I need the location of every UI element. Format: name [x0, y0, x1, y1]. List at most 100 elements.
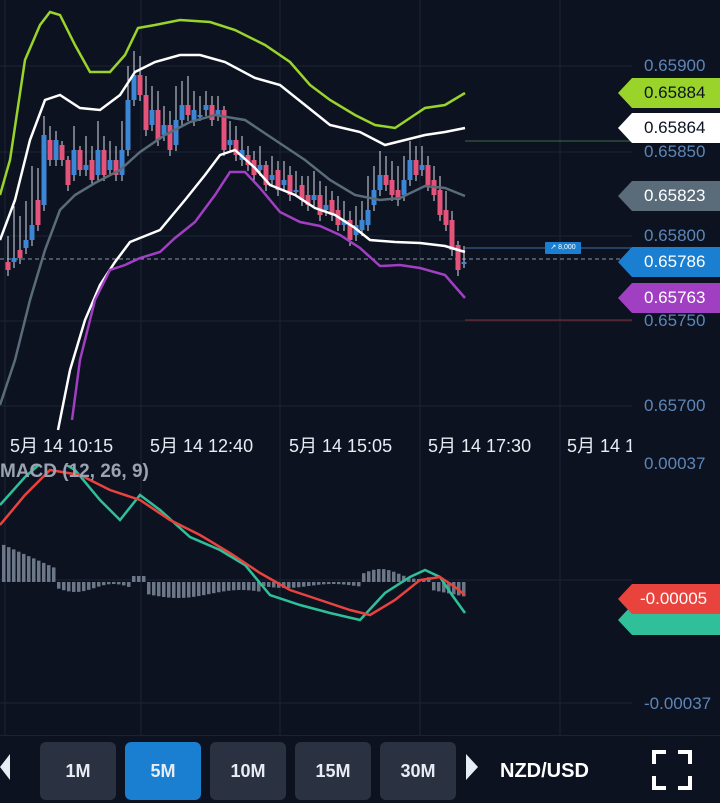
- candle-body: [77, 150, 83, 170]
- histogram-bar: [47, 565, 51, 582]
- histogram-bar: [247, 582, 251, 591]
- histogram-bar: [92, 582, 96, 589]
- histogram-bar: [202, 582, 206, 596]
- histogram-bar: [117, 582, 121, 585]
- alert-label: 8,000: [558, 244, 576, 251]
- candle-body: [389, 180, 395, 195]
- histogram-bar: [122, 582, 126, 586]
- histogram-bar: [352, 582, 356, 586]
- timeframe-button-1m[interactable]: 1M: [40, 742, 116, 800]
- price-tag: 0.65864: [618, 113, 720, 143]
- histogram-bar: [152, 582, 156, 596]
- candle-body: [443, 210, 449, 225]
- histogram-bar: [207, 582, 211, 595]
- candle-body: [401, 180, 407, 195]
- candle-body: [413, 160, 419, 175]
- price-alert-badge[interactable]: ↗ 8,000: [545, 242, 581, 254]
- candle-body: [209, 105, 215, 120]
- price-tag: 0.65786: [618, 247, 720, 277]
- time-label: 5月 14 15:05: [289, 436, 393, 456]
- histogram-bar: [32, 558, 36, 582]
- histogram-bar: [357, 582, 361, 587]
- candle-body: [203, 105, 209, 110]
- candle-body: [311, 195, 317, 200]
- currency-pair[interactable]: NZD/USD: [500, 742, 589, 800]
- candle-body: [293, 190, 299, 192]
- candle-body: [407, 160, 413, 180]
- timeframe-button-10m[interactable]: 10M: [210, 742, 286, 800]
- candle-body: [35, 200, 41, 225]
- candle-body: [449, 220, 455, 250]
- histogram-bar: [212, 582, 216, 594]
- macd-chart[interactable]: [0, 465, 632, 735]
- histogram-bar: [62, 582, 66, 591]
- histogram-bar: [77, 582, 81, 592]
- price-tick: 0.65900: [644, 56, 706, 75]
- candle-body: [47, 140, 53, 160]
- histogram-bar: [12, 549, 16, 582]
- candle-body: [281, 180, 287, 185]
- candle-body: [365, 210, 371, 225]
- histogram-bar: [412, 578, 416, 582]
- macd-line: [0, 465, 467, 622]
- macd-grid: [0, 465, 632, 735]
- candle-body: [155, 110, 161, 140]
- histogram-bar: [342, 582, 346, 585]
- histogram-bar: [377, 569, 381, 582]
- histogram-bar: [312, 582, 316, 586]
- candle-body: [83, 165, 89, 170]
- histogram-bar: [187, 582, 191, 598]
- histogram-bar: [97, 582, 101, 587]
- candle-body: [191, 110, 197, 120]
- bollinger-upper-inner: [0, 53, 466, 241]
- chart-grid: [0, 0, 632, 465]
- histogram-bar: [337, 582, 341, 585]
- time-label: 5月 14 1: [567, 436, 636, 456]
- candle-body: [149, 110, 155, 125]
- histogram-bar: [147, 582, 151, 595]
- candle-body: [461, 262, 467, 264]
- timeframe-button-5m[interactable]: 5M: [125, 742, 201, 800]
- candle-body: [185, 105, 191, 115]
- histogram-bar: [227, 582, 231, 591]
- histogram-bar: [172, 582, 176, 598]
- histogram-bar: [222, 582, 226, 592]
- candle-body: [317, 195, 323, 215]
- candle-body: [131, 75, 137, 100]
- histogram-bar: [182, 582, 186, 598]
- histogram-bar: [167, 582, 171, 598]
- histogram-bar: [387, 570, 391, 582]
- candle-body: [53, 140, 59, 160]
- timeframe-button-15m[interactable]: 15M: [295, 742, 371, 800]
- candle-body: [419, 165, 425, 170]
- histogram-bar: [217, 582, 221, 593]
- histogram-bar: [292, 582, 296, 588]
- histogram-bar: [82, 582, 86, 592]
- histogram-bar: [52, 567, 56, 582]
- macd-lines: [0, 465, 467, 622]
- candle-body: [11, 258, 17, 262]
- histogram-bar: [382, 569, 386, 582]
- histogram-bar: [42, 562, 46, 582]
- histogram-bar: [432, 582, 436, 591]
- histogram-bar: [327, 582, 331, 585]
- candle-body: [437, 190, 443, 215]
- price-chart[interactable]: [0, 0, 632, 465]
- timeframe-button-30m[interactable]: 30M: [380, 742, 456, 800]
- candle-body: [29, 225, 35, 240]
- scroll-left-icon[interactable]: [0, 754, 10, 780]
- scroll-right-icon[interactable]: [466, 754, 478, 780]
- fullscreen-icon[interactable]: [652, 750, 692, 790]
- candle-body: [425, 165, 431, 185]
- candle-body: [227, 140, 233, 145]
- histogram-bar: [307, 582, 311, 587]
- histogram-bar: [127, 582, 131, 587]
- histogram-bar: [347, 582, 351, 586]
- histogram-bar: [437, 582, 441, 592]
- candle-body: [71, 150, 77, 175]
- candle-body: [89, 160, 95, 180]
- histogram-bar: [397, 573, 401, 582]
- histogram-bar: [142, 576, 146, 582]
- candle-body: [17, 250, 23, 258]
- histogram-bar: [177, 582, 181, 598]
